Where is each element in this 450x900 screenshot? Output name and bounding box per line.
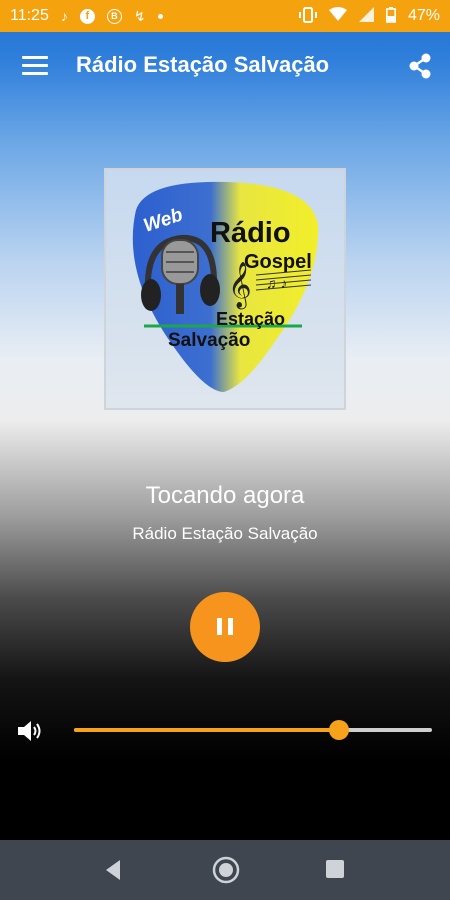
volume-slider-thumb[interactable] (328, 720, 349, 740)
volume-slider[interactable] (74, 720, 432, 740)
volume-slider-fill (74, 728, 339, 732)
pause-icon (217, 618, 222, 635)
back-icon[interactable] (102, 858, 124, 882)
app-bar: Rádio Estação Salvação (0, 32, 450, 102)
dot-icon (157, 13, 163, 19)
station-logo: 𝄞 ♫ ♪ Web Rádio Gospel Estação Salvação (132, 181, 319, 392)
page-title: Rádio Estação Salvação (76, 52, 330, 77)
hamburger-menu-icon[interactable] (22, 56, 48, 76)
facebook-icon: f (79, 8, 95, 24)
music-note-icon: ♪ (60, 8, 68, 24)
logo-text-gospel: Gospel (244, 251, 312, 273)
home-icon[interactable] (212, 856, 240, 884)
status-notification-icons: ♪ f B ↯ (61, 8, 163, 25)
logo-text-estacao: Estação (216, 309, 285, 329)
call-forward-icon: ↯ (133, 7, 146, 24)
now-playing-label: Tocando agora (145, 482, 305, 509)
vibrate-icon (298, 6, 317, 26)
svg-text:♫ ♪: ♫ ♪ (266, 275, 287, 291)
pause-icon-bar (228, 618, 233, 635)
recents-icon[interactable] (326, 860, 344, 878)
system-nav-bar (0, 840, 450, 900)
share-icon[interactable] (406, 52, 434, 80)
logo-text-salvacao: Salvação (168, 330, 250, 351)
pause-button[interactable] (190, 592, 260, 662)
status-bar: 11:25 ♪ f B ↯ 47% (0, 0, 450, 32)
station-artwork: 𝄞 ♫ ♪ Web Rádio Gospel Estação Salvação (104, 168, 346, 410)
status-system-icons: 47% (298, 6, 440, 26)
signal-icon (358, 7, 374, 25)
status-time: 11:25 (10, 7, 49, 24)
wifi-icon (328, 7, 347, 25)
battery-icon (385, 6, 396, 26)
logo-text-radio: Rádio (210, 217, 291, 249)
b-circle-icon: B (106, 8, 122, 24)
station-name: Rádio Estação Salvação (132, 524, 318, 543)
volume-icon[interactable] (16, 718, 44, 744)
battery-level: 47% (407, 7, 440, 24)
